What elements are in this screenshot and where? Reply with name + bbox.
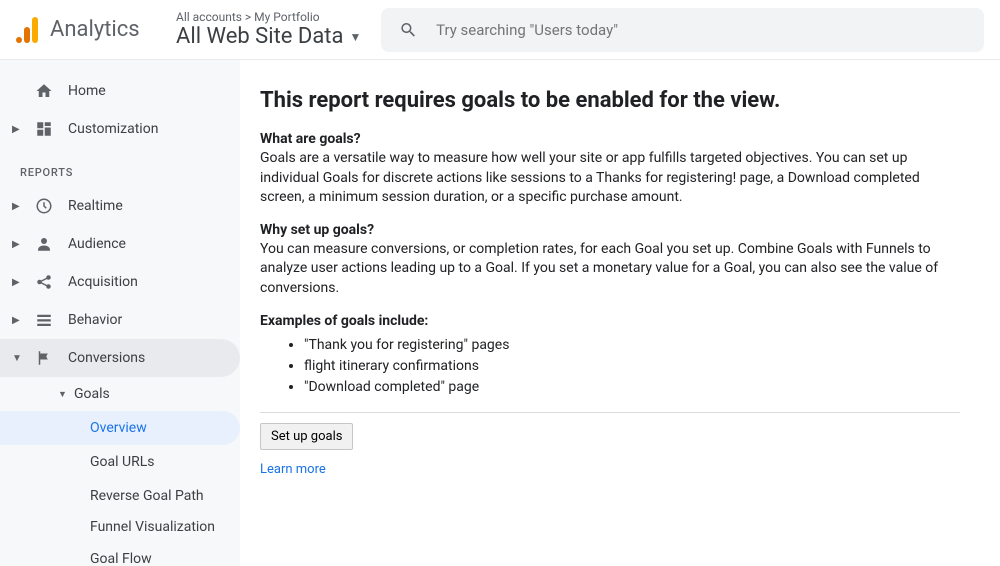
nav-realtime[interactable]: ▶ Realtime	[0, 187, 240, 225]
why-heading: Why set up goals?	[260, 222, 960, 238]
list-item: "Download completed" page	[304, 377, 960, 398]
what-heading: What are goals?	[260, 131, 960, 147]
chevron-down-icon: ▼	[349, 30, 361, 44]
reports-header: REPORTS	[0, 148, 240, 187]
view-selector: All Web Site Data ▼	[176, 24, 361, 49]
why-text: You can measure conversions, or completi…	[260, 240, 960, 299]
nav-conversions[interactable]: ▼ Conversions	[0, 339, 240, 377]
nav-home[interactable]: Home	[0, 72, 240, 110]
flag-icon	[34, 349, 54, 367]
nav-overview[interactable]: Overview	[0, 411, 240, 445]
account-selector[interactable]: All accounts > My Portfolio All Web Site…	[176, 10, 361, 49]
page-title: This report requires goals to be enabled…	[260, 88, 960, 113]
chevron-down-icon: ▼	[12, 353, 20, 364]
chevron-down-icon: ▼	[58, 389, 68, 400]
breadcrumb: All accounts > My Portfolio	[176, 10, 361, 24]
examples-heading: Examples of goals include:	[260, 313, 960, 329]
content-area: This report requires goals to be enabled…	[240, 60, 1000, 566]
person-icon	[34, 235, 54, 253]
chevron-right-icon: ▶	[12, 124, 20, 135]
nav-audience[interactable]: ▶ Audience	[0, 225, 240, 263]
divider	[260, 412, 960, 413]
chevron-right-icon: ▶	[12, 201, 20, 212]
learn-more-link[interactable]: Learn more	[260, 462, 326, 477]
nav-customization[interactable]: ▶ Customization	[0, 110, 240, 148]
share-icon	[34, 273, 54, 291]
nav-goal-urls[interactable]: Goal URLs	[0, 445, 240, 479]
setup-goals-button[interactable]: Set up goals	[260, 423, 353, 450]
search-bar[interactable]	[381, 8, 984, 52]
list-item: flight itinerary confirmations	[304, 356, 960, 377]
examples-list: "Thank you for registering" pages flight…	[304, 335, 960, 398]
chevron-right-icon: ▶	[12, 239, 20, 250]
chevron-right-icon: ▶	[12, 315, 20, 326]
search-icon	[399, 20, 418, 40]
brand-text: Analytics	[50, 17, 140, 42]
chevron-right-icon: ▶	[12, 277, 20, 288]
list-icon	[34, 311, 54, 329]
logo[interactable]: Analytics	[16, 17, 176, 43]
nav-funnel-visualization[interactable]: Funnel Visualization	[0, 513, 240, 542]
nav-reverse-goal-path[interactable]: Reverse Goal Path	[0, 479, 240, 513]
home-icon	[34, 82, 54, 100]
what-text: Goals are a versatile way to measure how…	[260, 149, 960, 208]
analytics-logo-icon	[16, 17, 40, 43]
clock-icon	[34, 197, 54, 215]
nav-acquisition[interactable]: ▶ Acquisition	[0, 263, 240, 301]
list-item: "Thank you for registering" pages	[304, 335, 960, 356]
nav-goals[interactable]: ▼ Goals	[0, 377, 240, 411]
nav-behavior[interactable]: ▶ Behavior	[0, 301, 240, 339]
top-header: Analytics All accounts > My Portfolio Al…	[0, 0, 1000, 60]
search-input[interactable]	[436, 21, 966, 39]
sidebar: Home ▶ Customization REPORTS ▶ Realtime …	[0, 60, 240, 566]
nav-goal-flow[interactable]: Goal Flow	[0, 542, 240, 566]
dashboard-icon	[34, 120, 54, 138]
